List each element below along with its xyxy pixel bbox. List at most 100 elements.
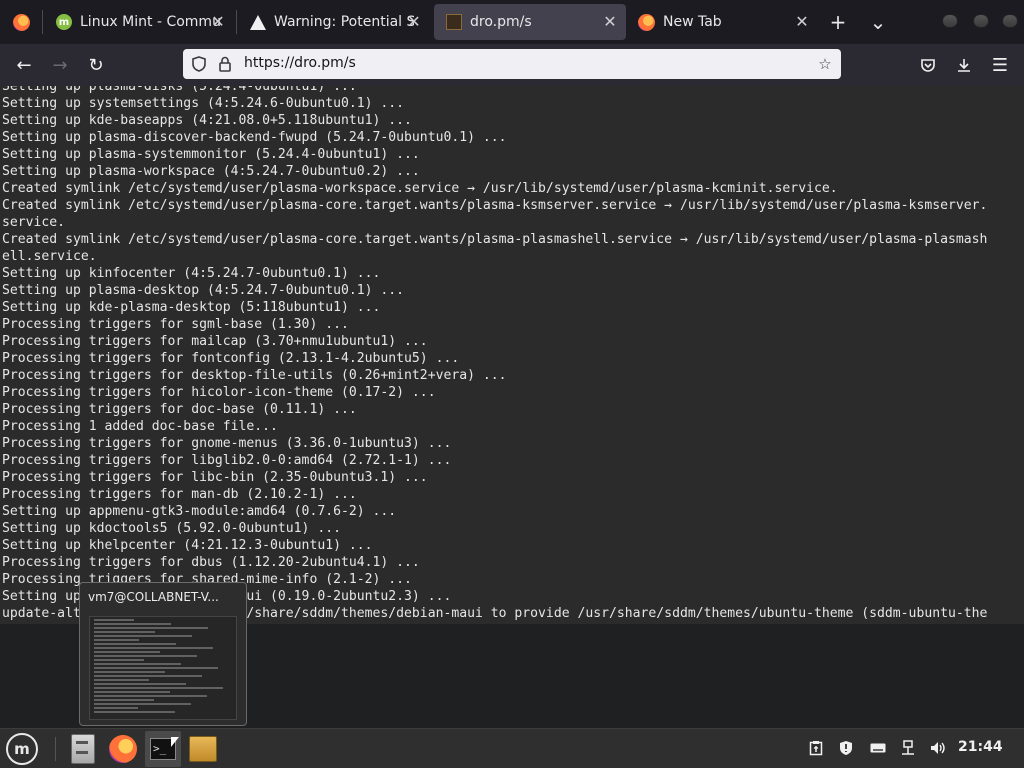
- thumbnail-line: [94, 707, 138, 709]
- list-all-tabs-button[interactable]: ⌄: [866, 10, 890, 34]
- thumbnail-line: [94, 691, 170, 693]
- terminal-line: Processing triggers for hicolor-icon-the…: [2, 385, 436, 400]
- terminal-line: Processing 1 added doc-base file...: [2, 419, 278, 434]
- new-tab-button[interactable]: +: [826, 10, 850, 34]
- hamburger-menu-icon: ☰: [991, 54, 1009, 76]
- tab-warning[interactable]: Warning: Potential Sec ✕: [238, 0, 430, 44]
- close-tab-icon[interactable]: ✕: [602, 13, 618, 31]
- tab-firefox-view[interactable]: [0, 0, 42, 44]
- thumbnail-line: [94, 663, 181, 665]
- thumbnail-line: [94, 675, 202, 677]
- app-menu-button[interactable]: ☰: [988, 53, 1012, 77]
- clock[interactable]: 21:44: [958, 739, 1003, 755]
- firefox-launcher[interactable]: [105, 731, 141, 767]
- close-tab-icon[interactable]: ✕: [210, 13, 226, 31]
- terminal-line: Processing triggers for gnome-menus (3.3…: [2, 436, 452, 451]
- tab-separator: [236, 10, 237, 34]
- thumbnail-line: [94, 679, 149, 681]
- shield-update-icon[interactable]: [836, 738, 856, 758]
- clipboard-icon[interactable]: [806, 738, 826, 758]
- terminal-line: Created symlink /etc/systemd/user/plasma…: [2, 198, 988, 213]
- bookmark-star-icon[interactable]: ☆: [816, 55, 834, 73]
- thumbnail-line: [94, 699, 154, 701]
- terminal-line: Setting up kinfocenter (4:5.24.7-0ubuntu…: [2, 266, 381, 281]
- tab-title: Linux Mint - Communit: [80, 14, 220, 30]
- terminal-line: ell.service.: [2, 249, 97, 264]
- terminal-line: Setting up appmenu-gtk3-module:amd64 (0.…: [2, 504, 397, 519]
- keyboard-icon[interactable]: [868, 738, 888, 758]
- reload-button[interactable]: ↻: [84, 53, 108, 77]
- thumbnail-line: [94, 647, 213, 649]
- terminal-line: Setting up plasma-systemmonitor (5.24.4-…: [2, 147, 420, 162]
- terminal-line: Processing triggers for man-db (2.10.2-1…: [2, 487, 357, 502]
- terminal-favicon: [446, 14, 462, 30]
- pocket-button[interactable]: [916, 53, 940, 77]
- terminal-line: Processing triggers for dbus (1.12.20-2u…: [2, 555, 420, 570]
- tab-new-tab[interactable]: New Tab ✕: [626, 0, 818, 44]
- terminal-line: Setting up plasma-discover-backend-fwupd…: [2, 130, 507, 145]
- linux-mint-icon: m: [14, 740, 30, 758]
- tracking-protection-shield-icon[interactable]: [190, 55, 208, 73]
- tab-strip: m Linux Mint - Communit ✕ Warning: Poten…: [0, 0, 1024, 44]
- url-bar[interactable]: https://dro.pm/s ☆: [183, 49, 841, 79]
- tab-dro-pm[interactable]: dro.pm/s ✕: [434, 4, 626, 40]
- minimize-button[interactable]: [942, 14, 958, 28]
- firefox-icon: [638, 13, 655, 31]
- thumbnail-line: [94, 667, 218, 669]
- mint-menu-button[interactable]: m: [6, 733, 38, 765]
- package-launcher[interactable]: [185, 731, 221, 767]
- thumbnail-line: [94, 619, 134, 621]
- window-preview-thumbnail[interactable]: [89, 616, 237, 720]
- firefox-icon: [109, 735, 137, 763]
- terminal-line: Setting up khelpcenter (4:21.12.3-0ubunt…: [2, 538, 373, 553]
- terminal-line: Setting up systemsettings (4:5.24.6-0ubu…: [2, 96, 405, 111]
- terminal-line: Setting up plasma-disks (5.24.4-0ubuntu1…: [2, 86, 357, 94]
- maximize-button[interactable]: [973, 14, 989, 28]
- thumbnail-line: [94, 683, 186, 685]
- terminal-output: Setting up plasma-disks (5.24.4-0ubuntu1…: [0, 86, 987, 622]
- thumbnail-line: [94, 655, 197, 657]
- terminal-line: Processing triggers for fontconfig (2.13…: [2, 351, 460, 366]
- thumbnail-line: [94, 671, 165, 673]
- close-tab-icon[interactable]: ✕: [794, 13, 810, 31]
- window-preview-popup[interactable]: vm7@COLLABNET-V...: [79, 582, 247, 726]
- close-tab-icon[interactable]: ✕: [406, 13, 422, 31]
- back-button[interactable]: ←: [12, 53, 36, 77]
- tab-separator: [42, 10, 43, 34]
- thumbnail-line: [94, 659, 144, 661]
- thumbnail-line: [94, 651, 160, 653]
- terminal-line: Processing triggers for sgml-base (1.30)…: [2, 317, 349, 332]
- lock-icon[interactable]: [216, 55, 234, 73]
- terminal-line: Created symlink /etc/systemd/user/plasma…: [2, 232, 988, 247]
- tab-title: New Tab: [663, 14, 722, 30]
- window-preview-title: vm7@COLLABNET-V...: [88, 590, 219, 604]
- thumbnail-line: [94, 703, 191, 705]
- terminal-line: Processing triggers for libc-bin (2.35-0…: [2, 470, 428, 485]
- terminal-output-area[interactable]: Setting up plasma-disks (5.24.4-0ubuntu1…: [0, 86, 1024, 624]
- thumbnail-line: [94, 627, 208, 629]
- terminal-line: Processing triggers for mailcap (3.70+nm…: [2, 334, 428, 349]
- thumbnail-line: [94, 643, 176, 645]
- files-icon: [71, 734, 95, 764]
- terminal-line: Processing triggers for libglib2.0-0:amd…: [2, 453, 452, 468]
- terminal-line: Created symlink /etc/systemd/user/plasma…: [2, 181, 838, 196]
- terminal-line: Setting up plasma-workspace (4:5.24.7-0u…: [2, 164, 420, 179]
- url-text[interactable]: https://dro.pm/s: [244, 55, 356, 71]
- terminal-line: Setting up kde-baseapps (4:21.08.0+5.118…: [2, 113, 412, 128]
- volume-icon[interactable]: [928, 738, 948, 758]
- close-window-button[interactable]: [1002, 14, 1018, 28]
- network-icon[interactable]: [898, 738, 918, 758]
- thumbnail-line: [94, 695, 207, 697]
- download-icon: [958, 59, 970, 72]
- files-launcher[interactable]: [65, 731, 101, 767]
- forward-button[interactable]: →: [48, 53, 72, 77]
- downloads-button[interactable]: [952, 53, 976, 77]
- thumbnail-line: [94, 639, 139, 641]
- package-icon: [189, 736, 217, 762]
- firefox-icon: [12, 13, 30, 31]
- tab-linux-mint[interactable]: m Linux Mint - Communit ✕: [44, 0, 234, 44]
- thumbnail-line: [94, 635, 192, 637]
- terminal-line: Processing triggers for doc-base (0.11.1…: [2, 402, 357, 417]
- terminal-line: Processing triggers for desktop-file-uti…: [2, 368, 507, 383]
- taskbar-separator: [55, 737, 56, 761]
